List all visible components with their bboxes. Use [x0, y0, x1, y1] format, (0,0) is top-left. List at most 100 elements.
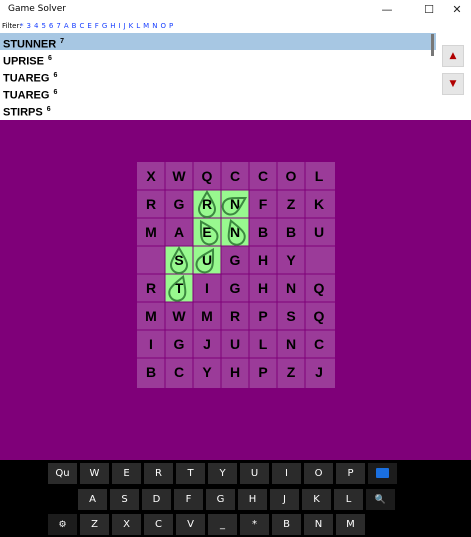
filter-option[interactable]: F: [95, 20, 99, 32]
word-text: TUAREG: [3, 89, 50, 102]
filter-option[interactable]: 5: [41, 20, 45, 32]
key-label: L: [345, 494, 352, 505]
filter-option[interactable]: M: [143, 20, 149, 32]
filter-option[interactable]: I: [119, 20, 121, 32]
keyboard-key[interactable]: [368, 463, 397, 484]
scroll-up-button[interactable]: ▲: [442, 45, 464, 67]
key-z[interactable]: Z: [80, 514, 109, 535]
word-list-item[interactable]: STIRPS 6: [0, 101, 436, 119]
filter-option[interactable]: 6: [49, 20, 53, 32]
gear-icon: ⚙: [58, 520, 67, 530]
key-w[interactable]: W: [80, 463, 109, 484]
word-list-item[interactable]: TUAREG 6: [0, 84, 436, 102]
key-l[interactable]: L: [334, 489, 363, 510]
key-r[interactable]: R: [144, 463, 173, 484]
word-length: 7: [60, 38, 65, 45]
path-marker-icon: [227, 218, 246, 246]
key-c[interactable]: C: [144, 514, 173, 535]
word-list: STUNNER7UPRISE6TUAREG6TUAREG6STIRPS66: [0, 33, 436, 120]
title-bar: Game Solver — ☐ ✕: [0, 0, 471, 20]
on-screen-keyboard: Qu W E R T Y U I O P A S D F G H J K L 🔍 ⚙ Z X C V _ * B N M: [0, 460, 471, 537]
filter-option[interactable]: O: [160, 20, 166, 32]
path-marker-icon: [199, 219, 219, 246]
key-label: D: [152, 494, 161, 505]
gear-key[interactable]: ⚙: [48, 514, 77, 535]
filter-option[interactable]: K: [129, 20, 134, 32]
key-label: H: [248, 494, 257, 505]
key-d[interactable]: D: [142, 489, 171, 510]
filter-option[interactable]: B: [72, 20, 77, 32]
key-label: Qu: [55, 468, 70, 479]
key-a[interactable]: A: [78, 489, 107, 510]
word-list-item[interactable]: STUNNER 7: [0, 33, 436, 51]
key-s[interactable]: S: [110, 489, 139, 510]
filter-label: Filter:: [2, 22, 22, 30]
filter-option[interactable]: E: [87, 20, 91, 32]
filter-option[interactable]: H: [110, 20, 115, 32]
path-marker-icon: [169, 246, 189, 274]
close-icon[interactable]: ✕: [440, 0, 471, 20]
path-marker-icon: [168, 274, 187, 302]
key-n[interactable]: N: [304, 514, 333, 535]
filter-option[interactable]: L: [136, 20, 140, 32]
key-k[interactable]: K: [302, 489, 331, 510]
key-o[interactable]: O: [304, 463, 333, 484]
filter-option[interactable]: A: [64, 20, 69, 32]
key-p[interactable]: P: [336, 463, 365, 484]
key-e[interactable]: E: [112, 463, 141, 484]
key-v[interactable]: V: [176, 514, 205, 535]
key-j[interactable]: J: [270, 489, 299, 510]
filter-option[interactable]: C: [79, 20, 84, 32]
word-text: STUNNER: [3, 38, 57, 51]
filter-options: * 3 4 5 6 7 A B C E F G H I J K L M N O P: [20, 20, 176, 32]
key-f[interactable]: F: [174, 489, 203, 510]
word-list-item[interactable]: TUAREG 6: [0, 67, 436, 85]
filter-option[interactable]: 4: [34, 20, 38, 32]
key-label: C: [155, 519, 162, 530]
triangle-down-icon: ▼: [449, 79, 457, 89]
key-label: W: [89, 468, 100, 479]
key-y[interactable]: Y: [208, 463, 237, 484]
filter-option[interactable]: 3: [27, 20, 31, 32]
filter-option[interactable]: N: [152, 20, 157, 32]
list-scrollbar[interactable]: [431, 34, 434, 56]
word-length: 6: [53, 89, 58, 96]
key-x[interactable]: X: [112, 514, 141, 535]
key-b[interactable]: B: [272, 514, 301, 535]
key-t[interactable]: T: [176, 463, 205, 484]
letter-board: XWQCCOLRGRNFZKMAENBBUSUGHYRTIGHNQMWMRPSQ…: [137, 162, 335, 388]
key-label: E: [123, 468, 130, 479]
key-label: F: [185, 494, 192, 505]
key-_[interactable]: _: [208, 514, 237, 535]
key-g[interactable]: G: [206, 489, 235, 510]
scroll-down-button[interactable]: ▼: [442, 73, 464, 95]
filter-option[interactable]: P: [169, 20, 173, 32]
search-key[interactable]: 🔍: [366, 489, 395, 510]
key-u[interactable]: U: [240, 463, 269, 484]
filter-option[interactable]: *: [20, 20, 24, 32]
filter-option[interactable]: G: [102, 20, 107, 32]
key-qu[interactable]: Qu: [48, 463, 77, 484]
path-marker-icon: [221, 196, 248, 216]
filter-option[interactable]: 7: [56, 20, 60, 32]
word-length: 6: [46, 106, 51, 113]
key-*[interactable]: *: [240, 514, 269, 535]
key-label: I: [285, 468, 288, 479]
key-label: S: [121, 494, 128, 505]
triangle-up-icon: ▲: [449, 51, 457, 61]
search-icon: 🔍: [374, 495, 387, 505]
word-list-item[interactable]: UPRISE 6: [0, 50, 436, 68]
key-m[interactable]: M: [336, 514, 365, 535]
key-label: A: [89, 494, 96, 505]
word-length: 6: [47, 55, 52, 62]
minimize-icon[interactable]: —: [370, 0, 404, 20]
key-label: G: [216, 494, 225, 505]
key-h[interactable]: H: [238, 489, 267, 510]
filter-option[interactable]: J: [124, 20, 126, 32]
filter-row: Filter: * 3 4 5 6 7 A B C E F G H I J K L M N O P: [0, 20, 471, 32]
key-label: _: [220, 519, 225, 530]
key-label: T: [187, 468, 194, 479]
key-label: Y: [219, 468, 226, 479]
key-i[interactable]: I: [272, 463, 301, 484]
path-marker-icon: [195, 247, 215, 274]
